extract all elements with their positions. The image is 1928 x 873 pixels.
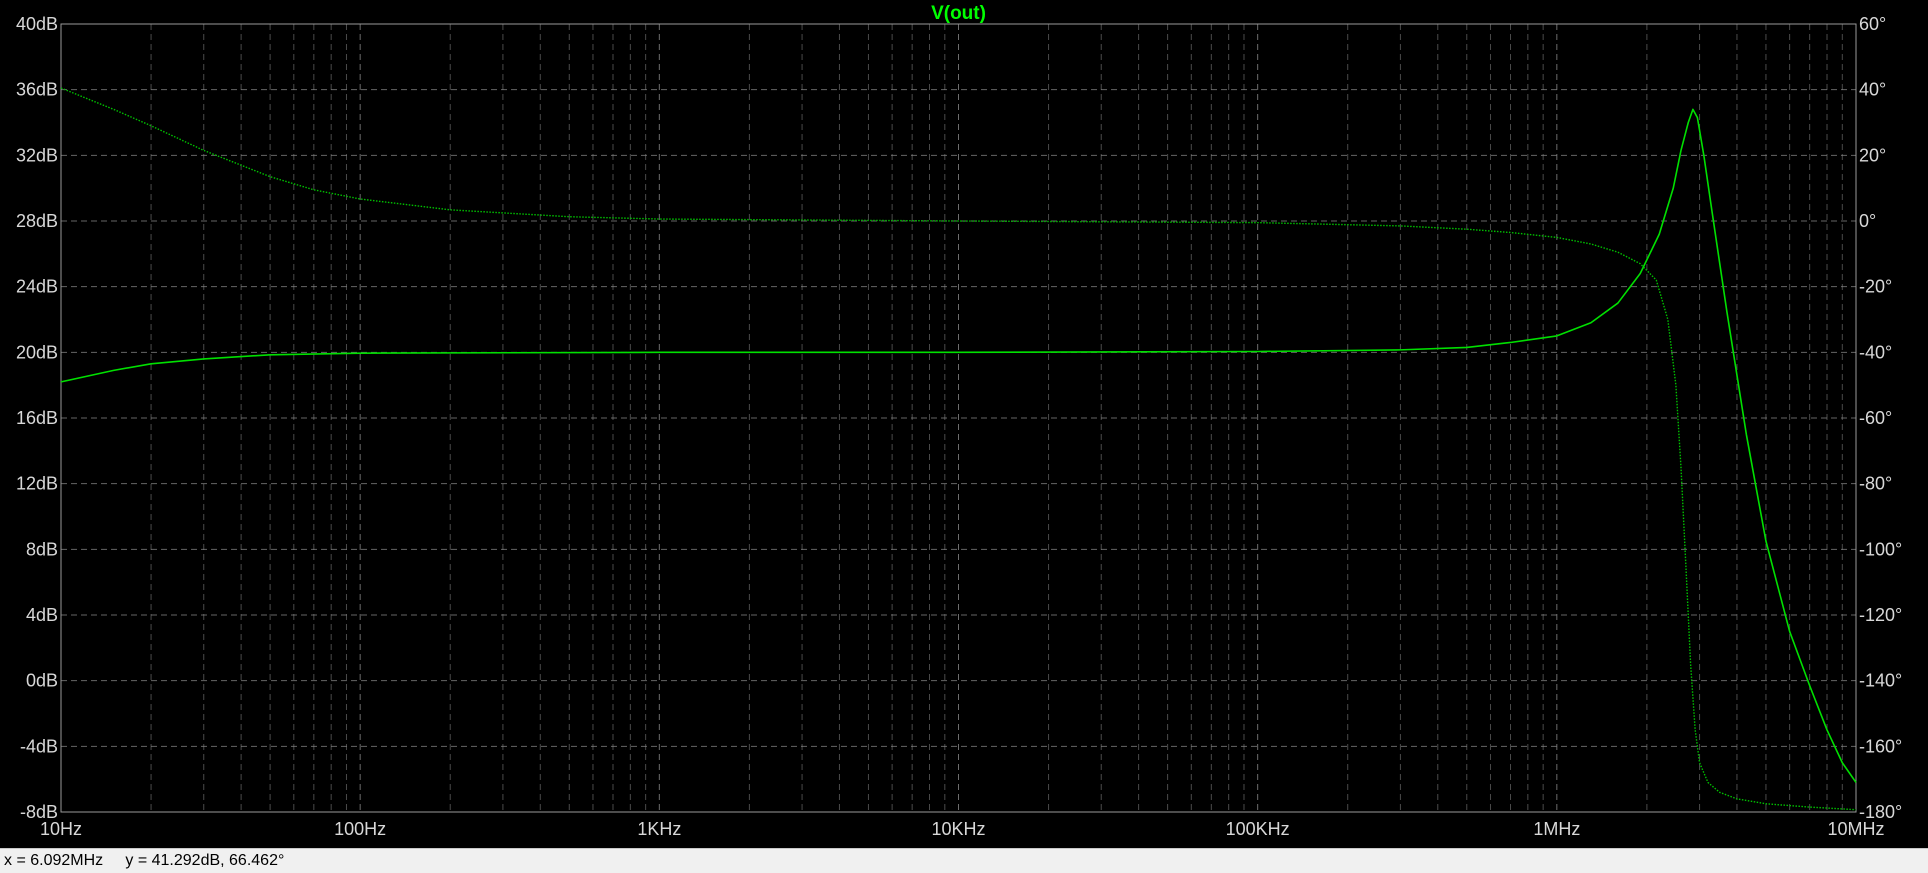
status-bar: x = 6.092MHz y = 41.292dB, 66.462° (0, 848, 1928, 873)
y-left-tick-label: 0dB (26, 671, 58, 691)
y-right-tick-label: 20° (1859, 145, 1886, 165)
x-tick-label: 10KHz (931, 819, 985, 839)
y-left-tick-label: 36dB (16, 80, 58, 100)
y-left-tick-label: 32dB (16, 145, 58, 165)
y-right-tick-label: -160° (1859, 736, 1902, 756)
x-tick-label: 100Hz (334, 819, 386, 839)
x-axis: 10Hz 100Hz 1KHz 10KHz 100KHz 1MHz 10MHz (40, 819, 1885, 839)
y-right-tick-label: -80° (1859, 474, 1892, 494)
y-right-tick-label: 60° (1859, 14, 1886, 34)
x-tick-label: 1KHz (637, 819, 681, 839)
x-tick-label: 1MHz (1533, 819, 1580, 839)
y-right-tick-label: 0° (1859, 211, 1876, 231)
y-left-tick-label: 4dB (26, 605, 58, 625)
y-right-tick-label: -40° (1859, 342, 1892, 362)
y-left-tick-label: 12dB (16, 474, 58, 494)
y-left-tick-label: 16dB (16, 408, 58, 428)
y-right-tick-label: -60° (1859, 408, 1892, 428)
y-right-tick-label: -140° (1859, 671, 1902, 691)
y-left-tick-label: 8dB (26, 539, 58, 559)
y-left-tick-label: 40dB (16, 14, 58, 34)
y-right-tick-label: -120° (1859, 605, 1902, 625)
trace-title[interactable]: V(out) (931, 3, 986, 24)
plot-window[interactable]: 40dB 36dB 32dB 28dB 24dB 20dB 16dB 12dB 8dB 4dB 0d… (0, 0, 1928, 848)
y-axis-left: 40dB 36dB 32dB 28dB 24dB 20dB 16dB 12dB 8dB 4dB 0d… (16, 14, 58, 822)
cursor-y-readout: y = 41.292dB, 66.462° (125, 852, 285, 869)
y-left-tick-label: -4dB (20, 736, 58, 756)
grid (61, 24, 1856, 812)
x-tick-label: 100KHz (1226, 819, 1290, 839)
y-axis-right: 60° 40° 20° 0° -20° -40° -60° -80° -100° -120° -14… (1859, 14, 1902, 822)
y-right-tick-label: 40° (1859, 80, 1886, 100)
x-tick-label: 10MHz (1827, 819, 1884, 839)
bode-plot[interactable]: 40dB 36dB 32dB 28dB 24dB 20dB 16dB 12dB 8dB 4dB 0d… (0, 0, 1928, 848)
cursor-x-readout: x = 6.092MHz (4, 852, 104, 869)
y-right-tick-label: -20° (1859, 277, 1892, 297)
x-tick-label: 10Hz (40, 819, 82, 839)
y-right-tick-label: -100° (1859, 539, 1902, 559)
y-left-tick-label: 28dB (16, 211, 58, 231)
y-left-tick-label: 24dB (16, 277, 58, 297)
y-left-tick-label: 20dB (16, 342, 58, 362)
